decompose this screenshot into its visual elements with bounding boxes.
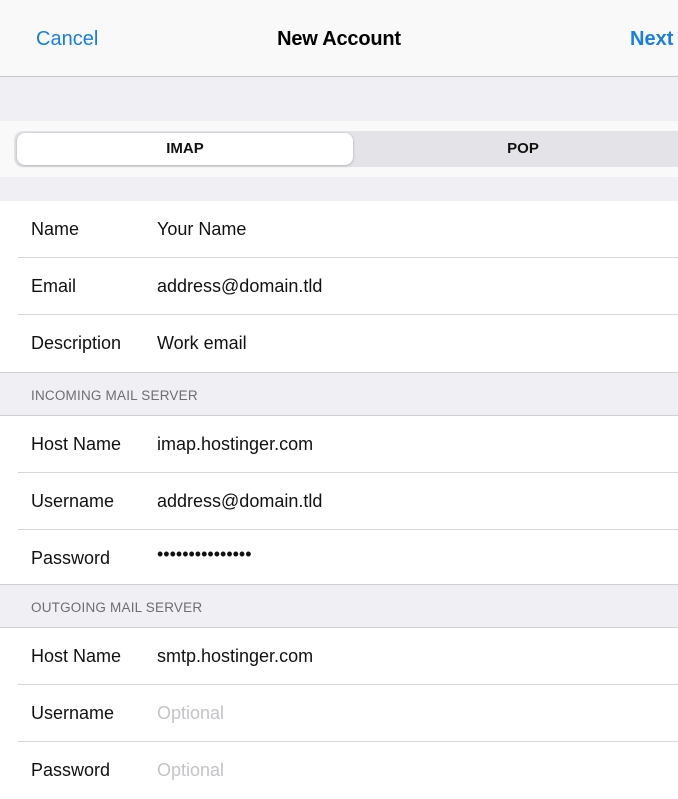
description-label: Description bbox=[31, 333, 122, 353]
outgoing-section-title: OUTGOING MAIL SERVER bbox=[31, 600, 203, 615]
spacer-band bbox=[0, 177, 678, 201]
next-button[interactable]: Next bbox=[630, 28, 673, 51]
description-field[interactable]: Work email bbox=[157, 333, 247, 354]
outgoing-host-row[interactable]: Host Name smtp.hostinger.com bbox=[0, 628, 678, 685]
name-label: Name bbox=[31, 219, 80, 239]
name-row[interactable]: Name Your Name bbox=[0, 201, 678, 258]
outgoing-username-row[interactable]: Username Optional bbox=[0, 685, 678, 742]
incoming-host-row[interactable]: Host Name imap.hostinger.com bbox=[0, 416, 678, 473]
page-title: New Account bbox=[277, 28, 401, 50]
incoming-password-field[interactable]: ••••••••••••••• bbox=[157, 544, 252, 565]
segment-pop[interactable]: POP bbox=[355, 133, 678, 165]
outgoing-password-label: Password bbox=[31, 760, 111, 780]
incoming-mail-server-header: INCOMING MAIL SERVER bbox=[0, 372, 678, 416]
incoming-host-label: Host Name bbox=[31, 434, 122, 454]
incoming-password-row[interactable]: Password ••••••••••••••• bbox=[0, 530, 678, 587]
account-type-bar: IMAP POP bbox=[0, 121, 678, 177]
incoming-username-field[interactable]: address@domain.tld bbox=[157, 491, 322, 512]
incoming-username-row[interactable]: Username address@domain.tld bbox=[0, 473, 678, 530]
segment-imap[interactable]: IMAP bbox=[17, 133, 353, 165]
outgoing-server-group: Host Name smtp.hostinger.com Username Op… bbox=[0, 628, 678, 799]
email-row[interactable]: Email address@domain.tld bbox=[0, 258, 678, 315]
outgoing-username-label: Username bbox=[31, 703, 115, 723]
incoming-server-group: Host Name imap.hostinger.com Username ad… bbox=[0, 416, 678, 587]
outgoing-password-row[interactable]: Password Optional bbox=[0, 742, 678, 799]
name-field[interactable]: Your Name bbox=[157, 219, 246, 240]
outgoing-host-field[interactable]: smtp.hostinger.com bbox=[157, 646, 313, 667]
outgoing-mail-server-header: OUTGOING MAIL SERVER bbox=[0, 584, 678, 628]
account-info-group: Name Your Name Email address@domain.tld … bbox=[0, 201, 678, 372]
spacer-band bbox=[0, 77, 678, 121]
email-field[interactable]: address@domain.tld bbox=[157, 276, 322, 297]
incoming-password-label: Password bbox=[31, 548, 111, 568]
incoming-section-title: INCOMING MAIL SERVER bbox=[31, 388, 198, 403]
incoming-username-label: Username bbox=[31, 491, 115, 511]
account-type-segmented-control: IMAP POP bbox=[14, 131, 678, 167]
outgoing-username-field[interactable]: Optional bbox=[157, 703, 224, 724]
outgoing-password-field[interactable]: Optional bbox=[157, 760, 224, 781]
incoming-host-field[interactable]: imap.hostinger.com bbox=[157, 434, 313, 455]
email-label: Email bbox=[31, 276, 77, 296]
navigation-bar: Cancel New Account Next bbox=[0, 0, 678, 77]
outgoing-host-label: Host Name bbox=[31, 646, 122, 666]
description-row[interactable]: Description Work email bbox=[0, 315, 678, 372]
